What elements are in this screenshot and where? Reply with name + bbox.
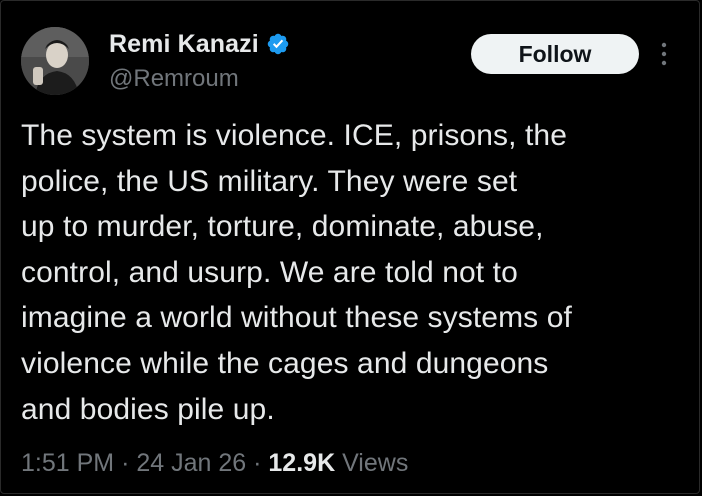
tweet-meta: 1:51 PM · 24 Jan 26 · 12.9K Views	[21, 449, 408, 478]
views-count[interactable]: 12.9K	[268, 449, 335, 477]
display-name-row: Remi Kanazi	[109, 29, 290, 59]
tweet-time[interactable]: 1:51 PM	[21, 449, 114, 477]
author-names: Remi Kanazi @Remroum	[109, 29, 290, 93]
avatar-image	[21, 27, 89, 95]
tweet-card: Remi Kanazi @Remroum Follow The system i…	[0, 0, 700, 494]
tweet-header: Remi Kanazi @Remroum Follow	[21, 27, 683, 97]
display-name[interactable]: Remi Kanazi	[109, 30, 259, 59]
tweet-text-line: The system is violence. ICE, prisons, th…	[21, 119, 567, 152]
author-handle[interactable]: @Remroum	[109, 65, 290, 93]
tweet-text-line: and bodies pile up.	[21, 392, 275, 426]
tweet-text-line: imagine a world without these systems of	[21, 301, 572, 335]
views-label: Views	[342, 449, 409, 477]
tweet-text-line: police, the US military. They were set	[21, 164, 518, 198]
avatar[interactable]	[21, 27, 89, 95]
tweet-text: The system is violence. ICE, prisons, th…	[21, 113, 691, 432]
meta-separator: ·	[253, 449, 262, 477]
more-vertical-icon[interactable]	[657, 41, 671, 67]
tweet-text-line: up to murder, torture, dominate, abuse,	[21, 210, 544, 244]
follow-button[interactable]: Follow	[471, 34, 639, 74]
tweet-text-line: control, and usurp. We are told not to	[21, 255, 518, 289]
verified-badge-icon[interactable]	[266, 32, 290, 56]
tweet-date[interactable]: 24 Jan 26	[136, 449, 246, 477]
tweet-text-line: violence while the cages and dungeons	[21, 346, 549, 380]
meta-separator: ·	[121, 449, 130, 477]
